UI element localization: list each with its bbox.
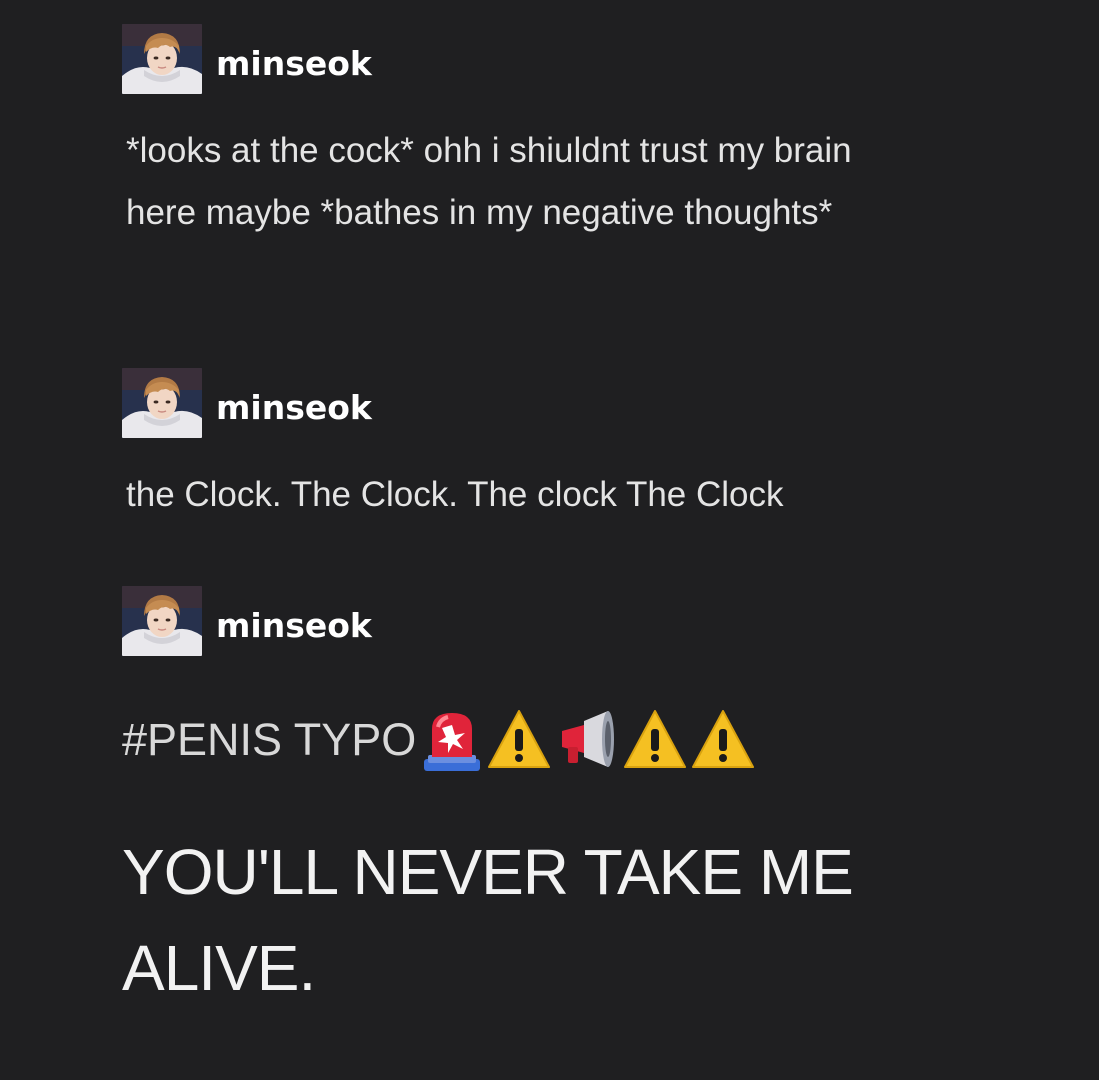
avatar[interactable] <box>122 24 202 94</box>
post-header: minseok <box>122 368 1062 438</box>
avatar[interactable] <box>122 368 202 438</box>
post-header: minseok <box>122 24 1062 94</box>
tag-line: #PENIS TYPO <box>122 700 1062 780</box>
warning-icon <box>690 705 756 775</box>
warning-icon <box>486 705 552 775</box>
post-2: minseok the Clock. The Clock. The clock … <box>122 368 1062 526</box>
megaphone-icon <box>554 705 620 775</box>
username[interactable]: minseok <box>216 388 372 427</box>
post-text: *looks at the cock* ohh i shiuldnt trust… <box>126 131 852 232</box>
post-1: minseok *looks at the cock* ohh i shiuld… <box>122 24 1062 244</box>
username[interactable]: minseok <box>216 44 372 83</box>
post-text: the Clock. The Clock. The clock The Cloc… <box>126 475 784 514</box>
post-3: minseok #PENIS TYPO YOU'LL NEVER TAKE ME… <box>122 586 1062 1016</box>
hashtag[interactable]: #PENIS TYPO <box>122 714 416 766</box>
rotating-light-icon <box>418 705 484 775</box>
avatar[interactable] <box>122 586 202 656</box>
post-header: minseok <box>122 586 1062 656</box>
post-text: YOU'LL NEVER TAKE ME ALIVE. <box>122 836 854 1004</box>
username[interactable]: minseok <box>216 606 372 645</box>
warning-icon <box>622 705 688 775</box>
